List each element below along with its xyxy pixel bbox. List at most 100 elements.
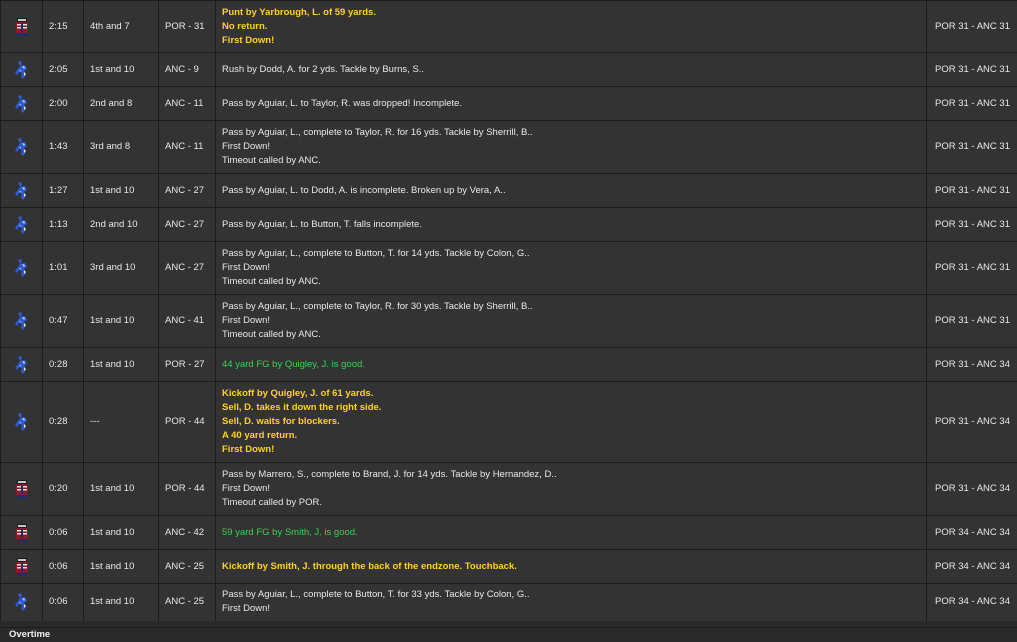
time-cell: 1:43 <box>42 120 84 174</box>
play-description-line: First Down! <box>222 603 271 615</box>
team-logo-cell <box>0 294 43 348</box>
team-logo-cell <box>0 120 43 174</box>
play-description-line: First Down! <box>222 262 271 273</box>
portland-helmet-icon <box>14 523 30 542</box>
spot-cell: ANC - 25 <box>158 549 216 584</box>
game-clock: 0:06 <box>49 596 68 608</box>
play-row: 1:43 3rd and 8 ANC - 11 Pass by Aguiar, L.,… <box>0 120 1017 174</box>
game-clock: 0:47 <box>49 315 68 326</box>
overtime-label: Overtime <box>9 629 51 640</box>
running-score: POR 31 - ANC 31 <box>935 262 1010 273</box>
play-row: 0:28 --- POR - 44 Kickoff by Quigley, J. of… <box>0 381 1017 463</box>
running-score: POR 31 - ANC 31 <box>935 315 1010 326</box>
play-description-line: Timeout called by ANC. <box>222 155 321 166</box>
play-description-cell: Pass by Aguiar, L. to Dodd, A. is incomp… <box>215 173 927 208</box>
score-cell: POR 34 - ANC 34 <box>926 549 1017 584</box>
down-and-distance: 1st and 10 <box>90 560 135 572</box>
running-score: POR 34 - ANC 34 <box>935 560 1010 572</box>
play-row: 0:06 1st and 10 ANC - 42 59 yard FG by Smit… <box>0 515 1017 550</box>
down-and-distance: 1st and 10 <box>90 596 135 608</box>
down-and-distance: 4th and 7 <box>90 20 130 32</box>
running-score: POR 31 - ANC 34 <box>935 416 1010 427</box>
spot-cell: ANC - 25 <box>158 583 216 621</box>
score-cell: POR 31 - ANC 34 <box>926 462 1017 516</box>
running-score: POR 31 - ANC 31 <box>935 218 1010 230</box>
down-cell: 1st and 10 <box>83 515 159 550</box>
down-and-distance: 1st and 10 <box>90 315 135 326</box>
spot-cell: ANC - 27 <box>158 207 216 242</box>
ball-spot: ANC - 27 <box>165 262 205 273</box>
play-description-line: Pass by Aguiar, L., complete to Taylor, … <box>222 127 533 138</box>
play-description-cell: Kickoff by Quigley, J. of 61 yards. Sell,… <box>215 381 927 463</box>
team-logo-cell <box>0 173 43 208</box>
play-description-line: A 40 yard return. <box>222 430 298 441</box>
down-and-distance: 1st and 10 <box>90 184 135 196</box>
play-row: 2:15 4th and 7 POR - 31 Punt by Yarbrough, … <box>0 0 1017 53</box>
play-description-line: First Down! <box>222 141 271 152</box>
play-description-line: Pass by Aguiar, L., complete to Button, … <box>222 248 530 259</box>
down-cell: 3rd and 8 <box>83 120 159 174</box>
ball-spot: ANC - 42 <box>165 526 205 538</box>
time-cell: 1:27 <box>42 173 84 208</box>
time-cell: 0:28 <box>42 381 84 463</box>
team-logo-cell <box>0 515 43 550</box>
down-cell: 3rd and 10 <box>83 241 159 295</box>
spot-cell: ANC - 41 <box>158 294 216 348</box>
play-description-line: Pass by Aguiar, L., complete to Taylor, … <box>222 301 533 312</box>
spot-cell: ANC - 11 <box>158 120 216 174</box>
play-description-line: Kickoff by Quigley, J. of 61 yards. <box>222 388 374 399</box>
play-by-play-body: 2:15 4th and 7 POR - 31 Punt by Yarbrough, … <box>0 0 1017 621</box>
ball-spot: ANC - 27 <box>165 184 205 196</box>
play-description-line: Pass by Aguiar, L. to Taylor, R. was dro… <box>222 97 463 109</box>
score-cell: POR 31 - ANC 31 <box>926 173 1017 208</box>
play-description-cell: Pass by Aguiar, L. to Taylor, R. was dro… <box>215 86 927 121</box>
score-cell: POR 31 - ANC 34 <box>926 347 1017 382</box>
ball-spot: ANC - 41 <box>165 315 205 326</box>
team-logo-cell <box>0 52 43 87</box>
ball-spot: ANC - 9 <box>165 63 199 75</box>
game-clock: 1:01 <box>49 262 68 273</box>
down-cell: 1st and 10 <box>83 173 159 208</box>
play-description-line: Punt by Yarbrough, L. of 59 yards. <box>222 6 376 18</box>
game-clock: 0:28 <box>49 416 68 427</box>
running-score: POR 31 - ANC 31 <box>935 20 1010 32</box>
score-cell: POR 31 - ANC 34 <box>926 381 1017 463</box>
down-and-distance: 2nd and 10 <box>90 218 138 230</box>
score-cell: POR 34 - ANC 34 <box>926 583 1017 621</box>
play-description-cell: Pass by Aguiar, L., complete to Button, … <box>215 583 927 621</box>
game-clock: 2:05 <box>49 63 68 75</box>
ball-spot: ANC - 11 <box>165 97 204 109</box>
play-row: 1:01 3rd and 10 ANC - 27 Pass by Aguiar, L.… <box>0 241 1017 295</box>
play-description-line: No return. <box>222 20 268 32</box>
down-cell: 1st and 10 <box>83 347 159 382</box>
down-cell: 1st and 10 <box>83 583 159 621</box>
time-cell: 0:06 <box>42 549 84 584</box>
down-cell: 2nd and 8 <box>83 86 159 121</box>
play-row: 1:27 1st and 10 ANC - 27 Pass by Aguiar, L.… <box>0 173 1017 208</box>
ball-spot: POR - 44 <box>165 483 205 494</box>
play-description-line: Timeout called by ANC. <box>222 276 321 287</box>
score-cell: POR 34 - ANC 34 <box>926 515 1017 550</box>
running-score: POR 31 - ANC 31 <box>935 184 1010 196</box>
running-score: POR 31 - ANC 31 <box>935 63 1010 75</box>
ball-spot: ANC - 25 <box>165 596 205 608</box>
play-row: 0:28 1st and 10 POR - 27 44 yard FG by Quig… <box>0 347 1017 382</box>
team-logo-cell <box>0 0 43 53</box>
spot-cell: ANC - 27 <box>158 241 216 295</box>
play-description-line: Rush by Dodd, A. for 2 yds. Tackle by Bu… <box>222 63 425 75</box>
game-clock: 1:43 <box>49 141 68 152</box>
team-logo-cell <box>0 347 43 382</box>
ball-spot: ANC - 11 <box>165 141 204 152</box>
play-description-cell: Pass by Aguiar, L., complete to Taylor, … <box>215 120 927 174</box>
anchorage-figure-icon <box>14 413 30 431</box>
down-and-distance: 1st and 10 <box>90 63 135 75</box>
ball-spot: POR - 31 <box>165 20 205 32</box>
play-description-line: First Down! <box>222 444 275 455</box>
time-cell: 0:20 <box>42 462 84 516</box>
anchorage-figure-icon <box>14 355 30 374</box>
play-row: 0:47 1st and 10 ANC - 41 Pass by Aguiar, L.… <box>0 294 1017 348</box>
down-and-distance: 1st and 10 <box>90 483 135 494</box>
down-and-distance: --- <box>90 416 100 427</box>
team-logo-cell <box>0 207 43 242</box>
score-cell: POR 31 - ANC 31 <box>926 241 1017 295</box>
